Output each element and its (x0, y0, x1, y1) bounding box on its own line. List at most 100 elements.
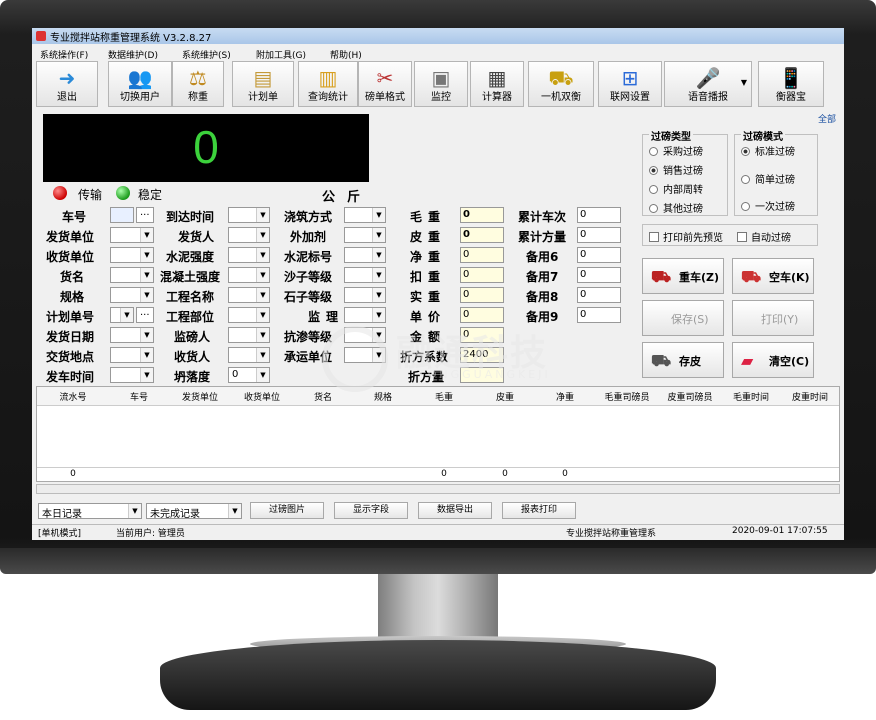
ship-date-combo[interactable]: ▼ (110, 327, 154, 343)
label-tare: 皮重 (410, 230, 447, 244)
weigh-photos-button[interactable]: 过磅图片 (250, 502, 324, 519)
receiver-combo[interactable]: ▼ (110, 247, 154, 263)
project-part-combo[interactable]: ▼ (228, 307, 270, 323)
consignee-combo[interactable]: ▼ (228, 347, 270, 363)
actual-weight-field[interactable]: 0 (460, 287, 504, 303)
stone-grade-combo[interactable]: ▼ (344, 287, 386, 303)
day-filter-select[interactable]: 本日记录 ▼ (38, 503, 142, 520)
supervision-combo[interactable]: ▼ (344, 307, 386, 323)
switch-user-button[interactable]: 👥 切换用户 (108, 61, 172, 107)
plate-combo[interactable] (110, 207, 134, 223)
plan-button[interactable]: ▤ 计划单 (232, 61, 294, 107)
slump-combo[interactable]: 0 ▼ (228, 367, 270, 383)
sand-grade-combo[interactable]: ▼ (344, 267, 386, 283)
spare7-field[interactable]: 0 (577, 267, 621, 283)
clear-button[interactable]: ▰ 清空(C) (732, 342, 814, 378)
menu-data[interactable]: 数据维护(D) (108, 48, 158, 61)
monitor-stand (160, 640, 716, 710)
col-shipper[interactable]: 发货单位 (169, 390, 231, 403)
tare-weight-field[interactable]: 0 (460, 227, 504, 243)
gross-weight-field[interactable]: 0 (460, 207, 504, 223)
show-fields-button[interactable]: 显示字段 (334, 502, 408, 519)
deduct-weight-field[interactable]: 0 (460, 267, 504, 283)
arrive-time-combo[interactable]: ▼ (228, 207, 270, 223)
ticket-format-button[interactable]: ✂ 磅单格式 (358, 61, 412, 107)
label-stone-grade: 石子等级 (284, 290, 333, 304)
export-button[interactable]: 数据导出 (418, 502, 492, 519)
col-gross-operator[interactable]: 毛重司磅员 (595, 390, 659, 403)
spare9-field[interactable]: 0 (577, 307, 621, 323)
save-button[interactable]: 保存(S) (642, 300, 724, 336)
monitor-neck (378, 574, 498, 644)
net-weight-field[interactable]: 0 (460, 247, 504, 263)
network-button[interactable]: ⊞ 联网设置 (598, 61, 662, 107)
radio-simple[interactable]: 简单过磅 (741, 171, 795, 186)
plan-more-button[interactable]: ... (136, 307, 154, 323)
calculator-button[interactable]: ▦ 计算器 (470, 61, 524, 107)
save-tare-button[interactable]: ⛟ 存皮 (642, 342, 724, 378)
voice-broadcast-button[interactable]: 🎤 语音播报 ▼ (664, 61, 752, 107)
monitor-button[interactable]: ▣ 监控 (414, 61, 468, 107)
status-filter-select[interactable]: 未完成记录 ▼ (146, 503, 242, 520)
horizontal-scrollbar[interactable] (36, 484, 840, 494)
app-status: 专业搅拌站称重管理系 (566, 529, 657, 539)
weigh-button[interactable]: ⚖ 称重 (172, 61, 224, 107)
pour-method-combo[interactable]: ▼ (344, 207, 386, 223)
consignor-combo[interactable]: ▼ (228, 227, 270, 243)
cement-grade-combo[interactable]: ▼ (344, 247, 386, 263)
transmit-led-icon (53, 186, 67, 200)
col-tare-operator[interactable]: 皮重司磅员 (659, 390, 721, 403)
goods-combo[interactable]: ▼ (110, 267, 154, 283)
col-gross-time[interactable]: 毛重时间 (721, 390, 781, 403)
menu-maintenance[interactable]: 系统维护(S) (182, 48, 231, 61)
spare8-field[interactable]: 0 (577, 287, 621, 303)
project-name-combo[interactable]: ▼ (228, 287, 270, 303)
price-field[interactable]: 0 (460, 307, 504, 323)
stable-led-icon (116, 186, 130, 200)
app-icon (36, 31, 46, 41)
auto-weigh-checkbox[interactable]: 自动过磅 (737, 229, 791, 244)
total-trips-field[interactable]: 0 (577, 207, 621, 223)
radio-other[interactable]: 其他过磅 (649, 200, 703, 215)
spec-combo[interactable]: ▼ (110, 287, 154, 303)
radio-purchase[interactable]: 采购过磅 (649, 143, 703, 158)
label-depart-time: 发车时间 (46, 370, 95, 384)
col-plate[interactable]: 车号 (109, 390, 169, 403)
preview-checkbox[interactable]: 打印前先预览 (649, 229, 723, 244)
radio-standard[interactable]: 标准过磅 (741, 143, 795, 158)
radio-sales[interactable]: 销售过磅 (649, 162, 703, 177)
spare6-field[interactable]: 0 (577, 247, 621, 263)
label-receiver: 收货单位 (46, 250, 95, 264)
cement-strength-combo[interactable]: ▼ (228, 247, 270, 263)
admixture-combo[interactable]: ▼ (344, 227, 386, 243)
supervisor-combo[interactable]: ▼ (228, 327, 270, 343)
scale-treasure-button[interactable]: 📱 衡器宝 (758, 61, 824, 107)
plan-no-combo[interactable]: ▼ (110, 307, 134, 323)
menu-tools[interactable]: 附加工具(G) (256, 48, 306, 61)
col-receiver[interactable]: 收货单位 (231, 390, 293, 403)
exit-button[interactable]: ➜ 退出 (36, 61, 98, 107)
menu-system-ops[interactable]: 系统操作(F) (40, 48, 88, 61)
statistics-button[interactable]: ▥ 查询统计 (298, 61, 358, 107)
empty-truck-button[interactable]: ⛟ 空车(K) (732, 258, 814, 294)
col-tare-time[interactable]: 皮重时间 (781, 390, 839, 403)
heavy-truck-button[interactable]: ⛟ 重车(Z) (642, 258, 724, 294)
delivery-combo[interactable]: ▼ (110, 347, 154, 363)
shipper-combo[interactable]: ▼ (110, 227, 154, 243)
total-volume-field[interactable]: 0 (577, 227, 621, 243)
all-link[interactable]: 全部 (818, 112, 836, 125)
radio-internal[interactable]: 内部周转 (649, 181, 703, 196)
dual-scale-button[interactable]: ⛟ 一机双衡 (528, 61, 594, 107)
label-concrete-strength: 混凝土强度 (160, 270, 221, 284)
report-print-button[interactable]: 报表打印 (502, 502, 576, 519)
plate-more-button[interactable]: ... (136, 207, 154, 223)
dropdown-arrow-icon[interactable]: ▼ (741, 78, 747, 87)
menu-help[interactable]: 帮助(H) (330, 48, 362, 61)
label-project-name: 工程名称 (166, 290, 215, 304)
concrete-strength-combo[interactable]: ▼ (228, 267, 270, 283)
status-bar: [单机模式] 当前用户: 管理员 专业搅拌站称重管理系 2020-09-01 1… (32, 524, 844, 539)
depart-time-combo[interactable]: ▼ (110, 367, 154, 383)
col-serial[interactable]: 流水号 (37, 390, 109, 403)
radio-once[interactable]: 一次过磅 (741, 198, 795, 213)
print-button[interactable]: 打印(Y) (732, 300, 814, 336)
